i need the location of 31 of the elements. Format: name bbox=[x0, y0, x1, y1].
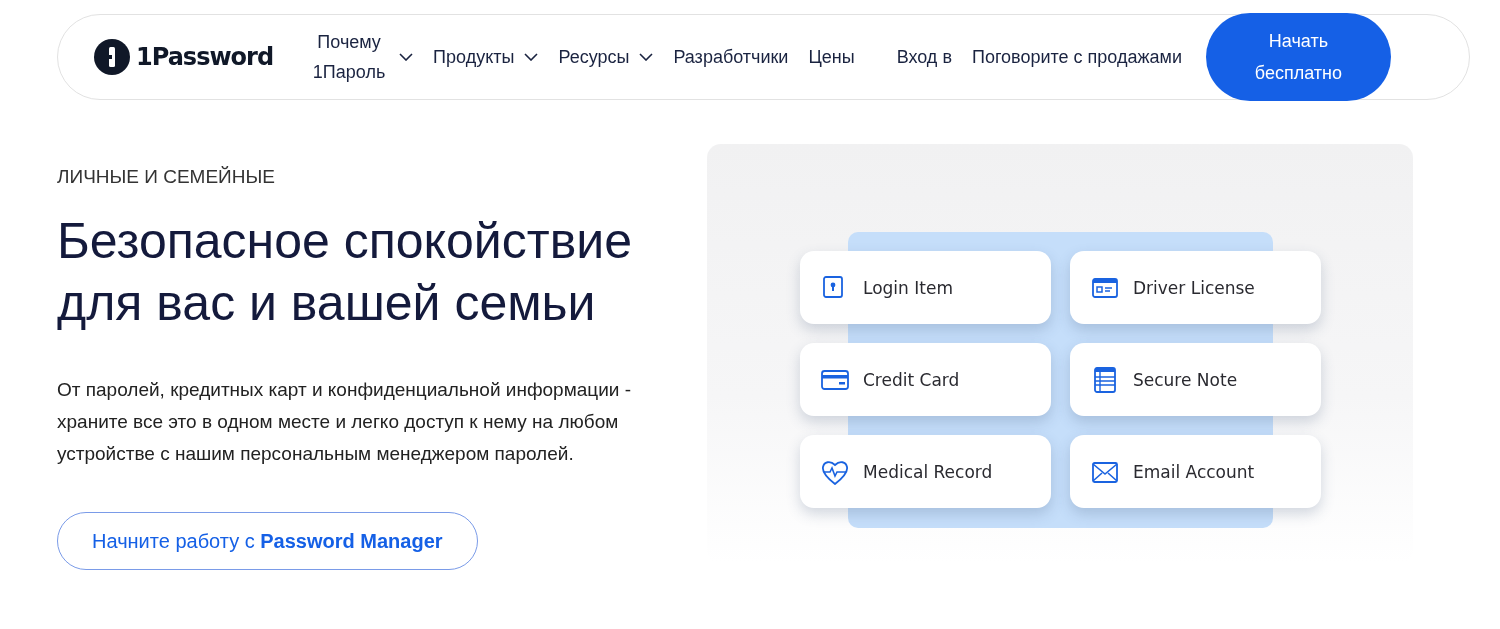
item-label: Secure Note bbox=[1133, 369, 1238, 390]
logo-icon[interactable] bbox=[94, 39, 130, 75]
heart-icon bbox=[821, 458, 849, 485]
chevron-down-icon bbox=[399, 53, 414, 61]
sign-in-link[interactable]: Вход в bbox=[896, 46, 952, 68]
item-label: Driver License bbox=[1133, 277, 1255, 298]
item-label: Credit Card bbox=[863, 369, 960, 390]
nav-menu-item[interactable]: Почему 1Пароль bbox=[309, 27, 414, 87]
get-started-button[interactable]: Начните работу с Password Manager bbox=[57, 512, 478, 570]
nav-menu-item[interactable]: Ресурсы bbox=[558, 46, 654, 68]
hero-title: Безопасное спокойствие для вас и вашей семьи bbox=[57, 212, 633, 333]
nav-menu-item[interactable]: Цены bbox=[808, 46, 855, 68]
item-label: Email Account bbox=[1133, 461, 1255, 482]
contact-sales-link[interactable]: Поговорите с продажами bbox=[971, 46, 1182, 68]
item-card[interactable]: Secure Note bbox=[1070, 343, 1321, 416]
logo-text[interactable]: 1Password bbox=[136, 43, 274, 71]
chevron-down-icon bbox=[639, 53, 654, 61]
item-card[interactable]: Email Account bbox=[1070, 435, 1321, 508]
item-label: Medical Record bbox=[863, 461, 993, 482]
note-icon bbox=[1091, 366, 1119, 393]
nav-menu-item[interactable]: Разработчики bbox=[673, 46, 789, 68]
chevron-down-icon bbox=[524, 53, 539, 61]
eyebrow-text: ЛИЧНЫЕ И СЕМЕЙНЫЕ bbox=[57, 166, 276, 188]
start-free-button[interactable]: Начать бесплатно bbox=[1205, 13, 1391, 101]
item-card[interactable]: Login Item bbox=[800, 251, 1051, 324]
item-card[interactable]: Driver License bbox=[1070, 251, 1321, 324]
item-label: Login Item bbox=[863, 277, 953, 298]
nav-menu-item[interactable]: Продукты bbox=[433, 46, 539, 68]
hero-description: От паролей, кредитных карт и конфиденциальной информации - храните все это в одном месте и легко доступ к нему на любом устройстве с нашим персональным менеджером паролей. bbox=[57, 378, 633, 466]
item-card[interactable]: Medical Record bbox=[800, 435, 1051, 508]
item-card[interactable]: Credit Card bbox=[800, 343, 1051, 416]
